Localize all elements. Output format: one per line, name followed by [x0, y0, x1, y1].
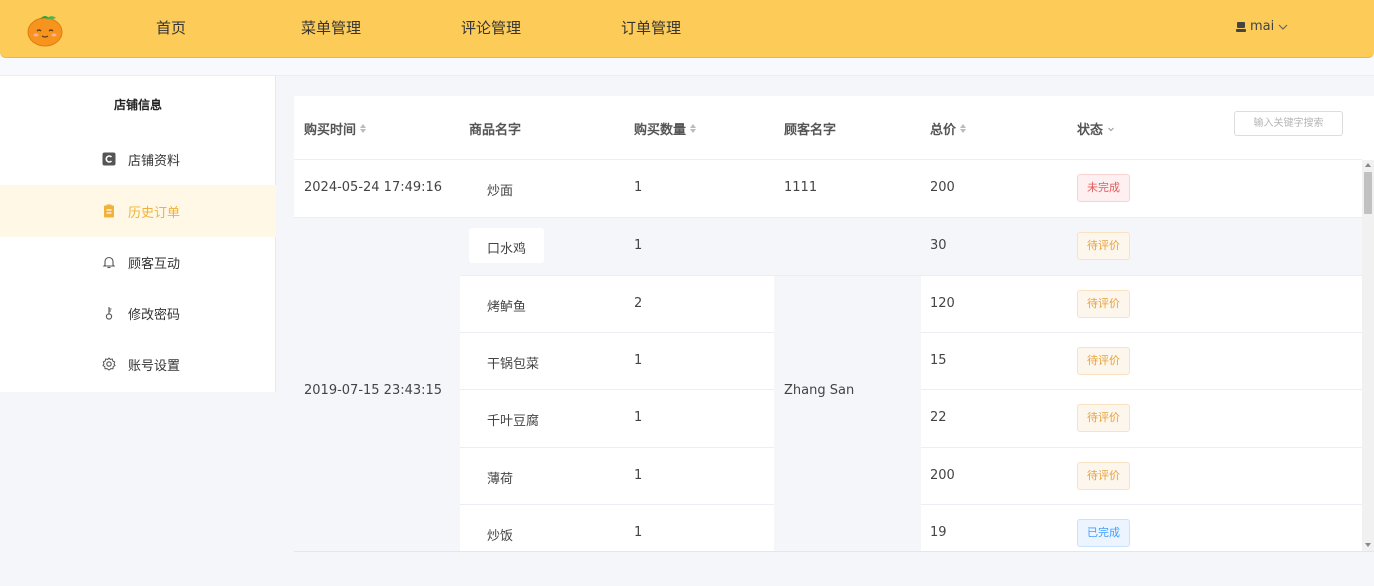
username: mai: [1250, 19, 1275, 34]
column-header-total[interactable]: 总价: [930, 119, 967, 138]
key-icon: [102, 306, 116, 320]
item-quantity: 1: [634, 180, 643, 195]
row-divider: [460, 332, 774, 333]
sidebar: 店铺信息 店铺资料 历史订单 顾客互动 修改密码 账号设置: [0, 76, 276, 392]
item-quantity: 1: [634, 525, 643, 540]
sub-header-strip: [0, 58, 1374, 76]
table-header: 购买时间 商品名字 购买数量 顾客名字 总价 状态: [294, 96, 1362, 160]
item-quantity: 1: [634, 353, 643, 368]
sort-icon[interactable]: [960, 124, 967, 133]
row-divider: [460, 389, 774, 390]
sidebar-item-change-password[interactable]: 修改密码: [0, 287, 276, 339]
order-history-table: 购买时间 商品名字 购买数量 顾客名字 总价 状态 2024-05-24 17:…: [294, 96, 1374, 552]
row-divider: [460, 447, 774, 448]
cell-background: [921, 275, 1362, 551]
user-menu[interactable]: mai: [1236, 19, 1288, 34]
status-badge: 待评价: [1077, 290, 1130, 318]
column-header-name: 商品名字: [469, 119, 521, 138]
column-label: 总价: [930, 123, 957, 138]
table-row: 2024-05-24 17:49:16 炒面 1 1111 200 未完成: [294, 160, 1362, 218]
sidebar-item-label: 店铺资料: [128, 153, 181, 169]
item-total: 30: [930, 238, 947, 253]
column-header-status[interactable]: 状态: [1077, 119, 1115, 138]
row-divider: [921, 332, 1362, 333]
status-badge: 已完成: [1077, 519, 1130, 547]
item-name: 干锅包菜: [487, 357, 540, 372]
item-quantity: 1: [634, 238, 643, 253]
row-divider: [921, 504, 1362, 505]
item-name: 千叶豆腐: [487, 414, 540, 429]
column-label: 状态: [1077, 123, 1104, 138]
sidebar-item-label: 历史订单: [128, 205, 181, 221]
scroll-down-arrow-icon[interactable]: [1365, 543, 1371, 547]
item-quantity: 2: [634, 296, 643, 311]
column-label: 商品名字: [469, 123, 522, 138]
item-name: 口水鸡: [487, 242, 527, 257]
item-total: 22: [930, 410, 947, 425]
column-header-customer: 顾客名字: [784, 119, 836, 138]
scrollbar-thumb[interactable]: [1364, 172, 1372, 214]
table-scrollbar[interactable]: [1362, 160, 1374, 551]
chevron-down-icon: [1278, 24, 1288, 30]
sidebar-item-label: 修改密码: [128, 307, 181, 323]
sidebar-title: 店铺信息: [113, 98, 162, 112]
item-name: 炒饭: [487, 529, 514, 544]
bell-icon: [102, 255, 116, 269]
sidebar-item-store-info[interactable]: 店铺资料: [0, 133, 276, 185]
status-badge: 未完成: [1077, 174, 1130, 202]
gear-icon: [102, 357, 116, 371]
status-badge: 待评价: [1077, 404, 1130, 432]
nav-menu-management[interactable]: 菜单管理: [301, 17, 361, 38]
column-label: 购买数量: [634, 123, 687, 138]
nav-comment-management[interactable]: 评论管理: [461, 17, 521, 38]
item-quantity: 1: [634, 468, 643, 483]
row-divider: [460, 275, 1362, 276]
sort-icon[interactable]: [360, 124, 367, 133]
sort-icon[interactable]: [690, 124, 697, 133]
column-header-quantity[interactable]: 购买数量: [634, 119, 697, 138]
user-icon: [1236, 21, 1246, 32]
item-name: 炒面: [487, 184, 514, 199]
orange-logo-icon[interactable]: [26, 11, 64, 47]
status-badge: 待评价: [1077, 232, 1130, 260]
column-label: 购买时间: [304, 123, 357, 138]
sidebar-item-label: 账号设置: [128, 358, 181, 374]
status-badge: 待评价: [1077, 347, 1130, 375]
item-name: 烤鲈鱼: [487, 300, 527, 315]
item-total: 200: [930, 468, 955, 483]
sidebar-item-account-settings[interactable]: 账号设置: [0, 338, 276, 390]
sidebar-item-order-history[interactable]: 历史订单: [0, 185, 276, 237]
customer-name: Zhang San: [784, 383, 855, 398]
column-label: 顾客名字: [784, 123, 837, 138]
item-total: 19: [930, 525, 947, 540]
sidebar-item-customer-interaction[interactable]: 顾客互动: [0, 236, 276, 288]
row-divider: [921, 389, 1362, 390]
scroll-up-arrow-icon[interactable]: [1365, 163, 1371, 167]
item-total: 15: [930, 353, 947, 368]
item-total: 200: [930, 180, 955, 195]
column-header-time[interactable]: 购买时间: [304, 119, 367, 138]
nav-order-management[interactable]: 订单管理: [621, 17, 681, 38]
order-time: 2024-05-24 17:49:16: [304, 180, 443, 195]
order-group: 2019-07-15 23:43:15 Zhang San 口水鸡 1 30 待…: [294, 218, 1362, 551]
item-quantity: 1: [634, 410, 643, 425]
table-body: 2024-05-24 17:49:16 炒面 1 1111 200 未完成 20…: [294, 160, 1362, 551]
status-badge: 待评价: [1077, 462, 1130, 490]
search-input[interactable]: [1234, 111, 1343, 136]
store-info-icon: [102, 152, 116, 166]
top-navbar: 首页 菜单管理 评论管理 订单管理 mai: [0, 0, 1374, 58]
item-total: 120: [930, 296, 955, 311]
row-divider: [921, 447, 1362, 448]
filter-chevron-icon[interactable]: [1107, 125, 1115, 133]
order-time: 2019-07-15 23:43:15: [304, 383, 443, 398]
item-name: 薄荷: [487, 472, 514, 487]
row-divider: [460, 504, 774, 505]
sidebar-item-label: 顾客互动: [128, 256, 181, 272]
nav-home[interactable]: 首页: [156, 17, 186, 38]
customer-name: 1111: [784, 180, 818, 195]
clipboard-icon: [102, 204, 116, 218]
